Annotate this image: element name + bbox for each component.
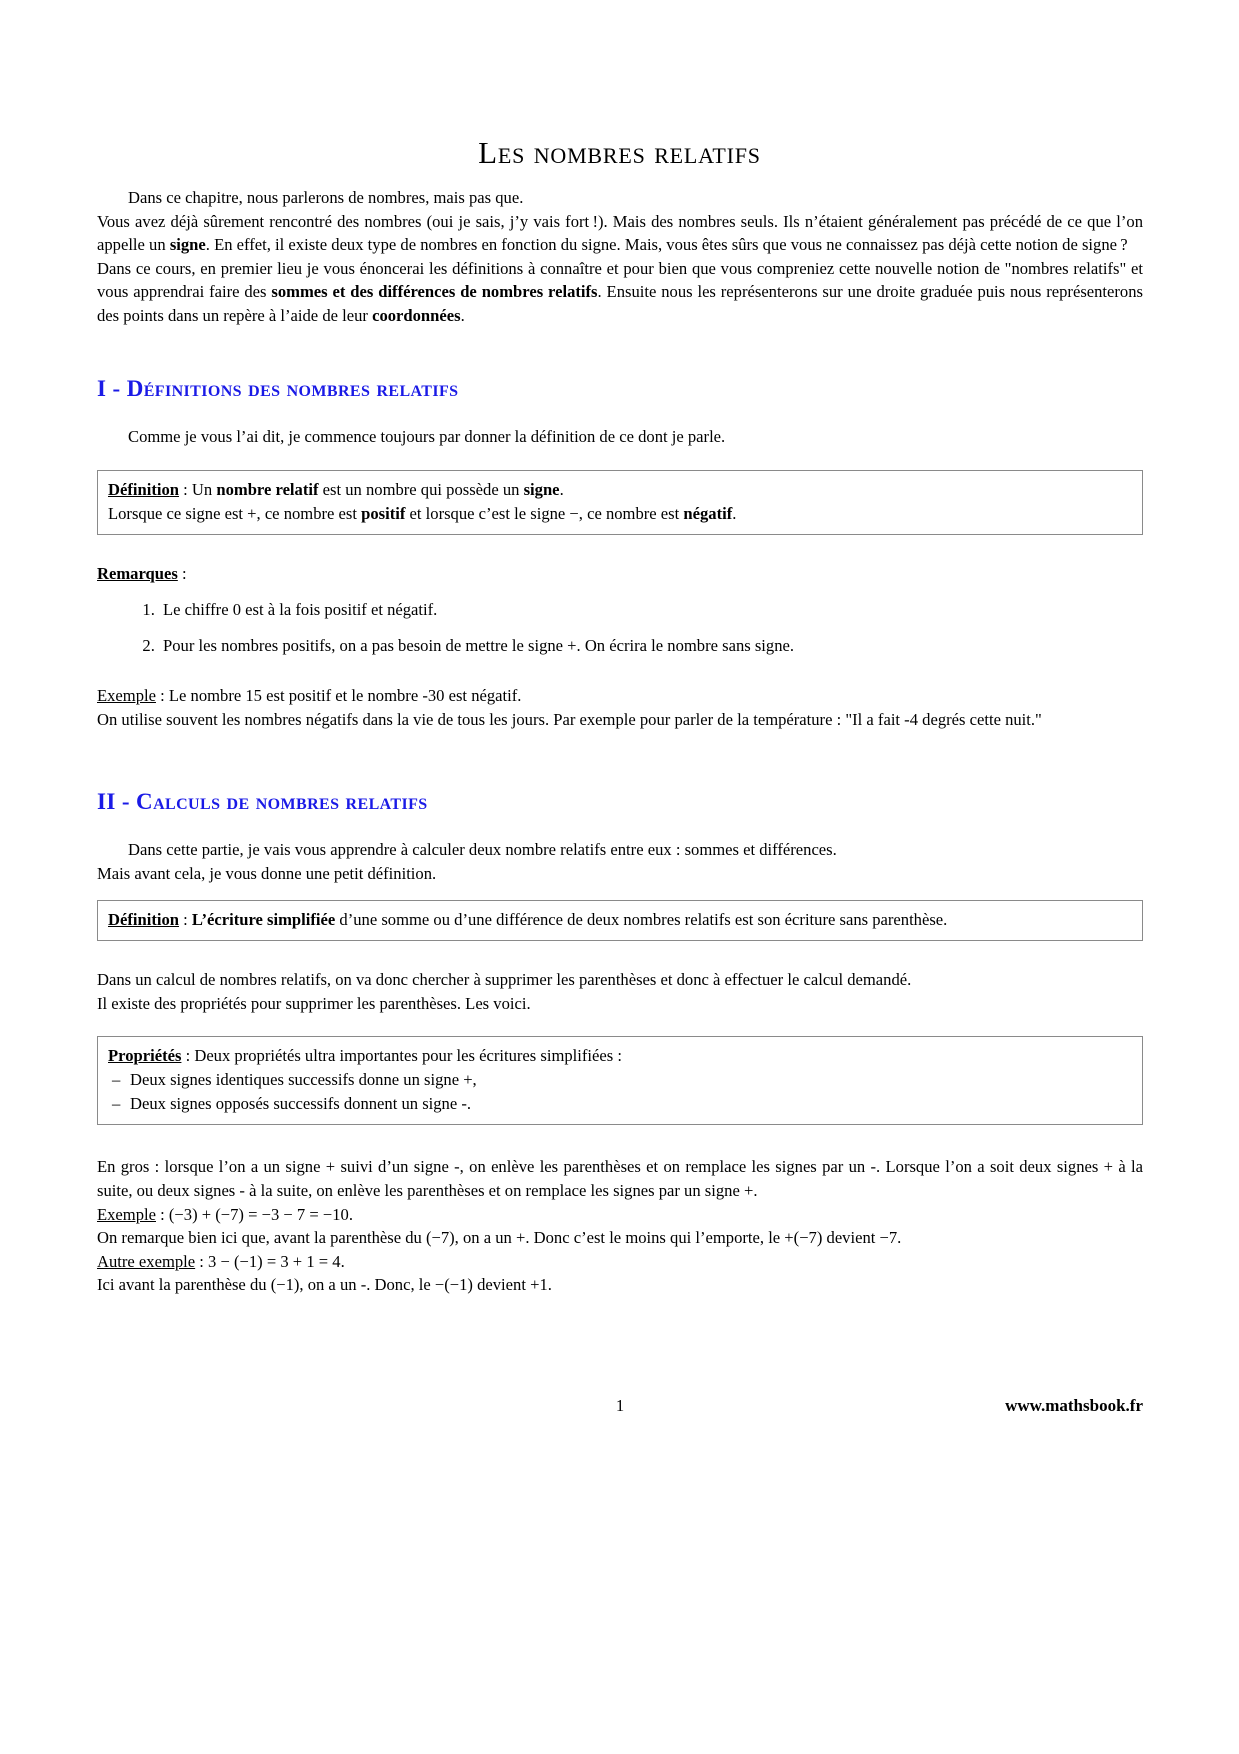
intro-line-1: Dans ce chapitre, nous parlerons de nomb…: [97, 186, 1143, 210]
exemple-1-line: Exemple : Le nombre 15 est positif et le…: [97, 684, 1143, 708]
properties-list: Deux signes identiques successifs donne …: [108, 1068, 1132, 1116]
temperature-paragraph: On utilise souvent les nombres négatifs …: [97, 709, 1042, 729]
intro-line-1-text: Dans ce chapitre, nous parlerons de nomb…: [128, 188, 524, 207]
list-item: Pour les nombres positifs, on a pas beso…: [159, 634, 1143, 658]
definition-box-1-label: Définition: [108, 479, 179, 499]
section-2-heading: II - Calculs de nombres relatifs: [97, 789, 428, 815]
properties-box-intro: : Deux propriétés ultra importantes pour…: [181, 1046, 622, 1066]
definition-box-2-label: Définition: [108, 910, 179, 930]
document-page: Les nombres relatifs Dans ce chapitre, n…: [0, 0, 1239, 1754]
definition-box-1-line-2: Lorsque ce signe est +, ce nombre est po…: [108, 502, 1132, 526]
definition-box-1-bold-nombre-relatif: nombre relatif: [216, 479, 319, 499]
definition-box-1-l2a: Lorsque ce signe est +, ce nombre est: [108, 503, 362, 523]
definition-box-1: Définition : Un nombre relatif est un no…: [97, 469, 1143, 535]
definition-box-1-l2c: .: [732, 503, 737, 523]
list-item: Le chiffre 0 est à la fois positif et né…: [159, 598, 1143, 622]
definition-box-1-bold-positif: positif: [361, 503, 406, 523]
exemple-3-label: Autre exemple: [97, 1251, 196, 1271]
properties-box-label: Propriétés: [108, 1046, 182, 1066]
definition-box-2-text-b: d’une somme ou d’une différence de deux …: [335, 910, 948, 930]
exemple-1-label: Exemple: [97, 686, 156, 706]
page-title: Les nombres relatifs: [478, 135, 761, 170]
definition-box-2-text-a: :: [179, 910, 192, 930]
paragraph-proprietes-intro: Il existe des propriétés pour supprimer …: [97, 993, 531, 1013]
website-link[interactable]: www.mathsbook.fr: [1005, 1396, 1143, 1416]
paragraph-supprimer-parentheses: Dans un calcul de nombres relatifs, on v…: [97, 970, 912, 990]
definition-box-1-l1b: est un nombre qui possède un: [318, 479, 524, 499]
exemple-2-line: Exemple : (−3) + (−7) = −3 − 7 = −10.: [97, 1203, 1143, 1227]
section-2-intro-line-1: Dans cette partie, je vais vous apprendr…: [128, 840, 837, 860]
intro-p2-bold-coordonnees: coordonnées: [372, 305, 461, 325]
intro-p2-bold-sommes: sommes et des différences de nombres rel…: [271, 282, 598, 302]
intro-paragraph-1: Vous avez déjà sûrement rencontré des no…: [97, 210, 1143, 257]
intro-p2-part-c: .: [460, 305, 465, 325]
exemple-2-text: : (−3) + (−7) = −3 − 7 = −10.: [155, 1204, 353, 1224]
section-1-intro: Comme je vous l’ai dit, je commence touj…: [128, 426, 726, 446]
definition-box-1-bold-signe: signe: [523, 479, 560, 499]
section-2: II - Calculs de nombres relatifs Dans ce…: [97, 788, 1143, 1296]
list-item: Deux signes opposés successifs donnent u…: [108, 1092, 1132, 1116]
exemple-2-note: On remarque bien ici que, avant la paren…: [97, 1228, 902, 1248]
definition-box-1-l2b: et lorsque c’est le signe −, ce nombre e…: [405, 503, 684, 523]
paragraph-en-gros: En gros : lorsque l’on a un signe + suiv…: [97, 1157, 1143, 1201]
definition-box-2-bold-ecriture-simplifiee: L’écriture simplifiée: [191, 910, 336, 930]
properties-box-header: Propriétés : Deux propriétés ultra impor…: [108, 1044, 1132, 1068]
definition-box-2-text: Définition : L’écriture simplifiée d’une…: [108, 908, 1132, 932]
intro-p1-bold-signe: signe: [169, 235, 206, 255]
properties-box: Propriétés : Deux propriétés ultra impor…: [97, 1036, 1143, 1126]
exemple-3-line: Autre exemple : 3 − (−1) = 3 + 1 = 4.: [97, 1250, 1143, 1274]
definition-box-2: Définition : L’écriture simplifiée d’une…: [97, 900, 1143, 942]
page-number: 1: [615, 1396, 625, 1415]
exemple-3-text: : 3 − (−1) = 3 + 1 = 4.: [195, 1251, 345, 1271]
remarques-list: Le chiffre 0 est à la fois positif et né…: [97, 598, 1143, 657]
remarques-colon: :: [177, 563, 187, 583]
definition-box-1-line-1: Définition : Un nombre relatif est un no…: [108, 478, 1132, 502]
list-item: Deux signes identiques successifs donne …: [108, 1068, 1132, 1092]
section-1: I - Définitions des nombres relatifs Com…: [97, 375, 1143, 731]
definition-box-1-l1a: : Un: [179, 479, 217, 499]
section-2-intro-line-2: Mais avant cela, je vous donne une petit…: [97, 863, 437, 883]
document-body: Dans ce chapitre, nous parlerons de nomb…: [97, 186, 1143, 1297]
remarques-label: Remarques: [97, 563, 178, 583]
exemple-3-note: Ici avant la parenthèse du (−1), on a un…: [97, 1275, 552, 1295]
section-1-heading: I - Définitions des nombres relatifs: [97, 376, 459, 402]
exemple-1-text: : Le nombre 15 est positif et le nombre …: [155, 686, 522, 706]
intro-paragraph-2: Dans ce cours, en premier lieu je vous é…: [97, 257, 1143, 328]
definition-box-1-bold-negatif: négatif: [683, 503, 733, 523]
exemple-2-label: Exemple: [97, 1204, 156, 1224]
intro-p1-part-b: . En effet, il existe deux type de nombr…: [205, 235, 1128, 255]
remarques-label-line: Remarques :: [97, 562, 1143, 586]
definition-box-1-l1c: .: [559, 479, 564, 499]
